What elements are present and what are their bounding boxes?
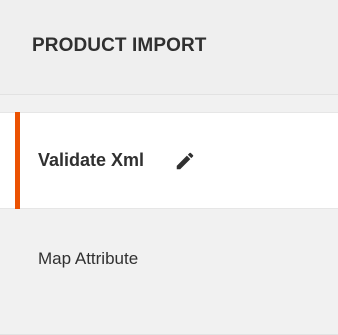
panel-title: PRODUCT IMPORT: [32, 35, 207, 56]
step-validate-xml[interactable]: Validate Xml: [0, 112, 338, 209]
product-import-panel: PRODUCT IMPORT Validate Xml Map Attribut…: [0, 0, 338, 335]
step-map-attribute[interactable]: Map Attribute: [0, 209, 338, 309]
step-label: Map Attribute: [38, 249, 139, 268]
pencil-icon[interactable]: [174, 150, 196, 172]
panel-header: PRODUCT IMPORT: [0, 0, 338, 95]
step-label: Validate Xml: [38, 150, 145, 170]
